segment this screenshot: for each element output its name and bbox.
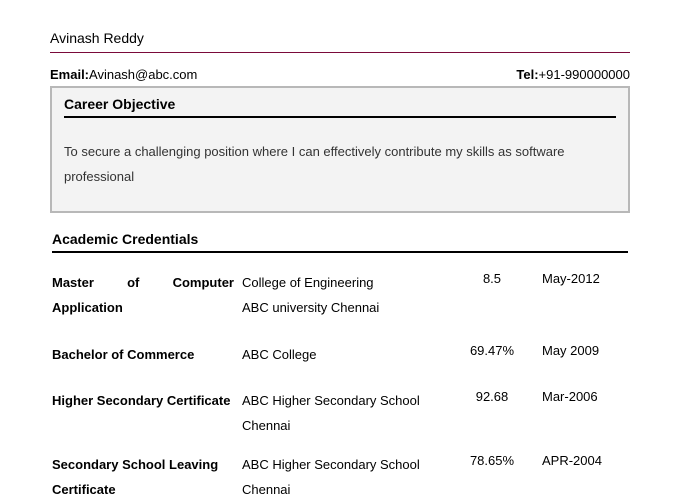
degree-cell: Master of Computer Application	[52, 271, 242, 320]
institution-cell: ABC Higher Secondary School Chennai	[242, 389, 452, 438]
table-row: Master of Computer Application College o…	[52, 271, 628, 320]
tel-label: Tel:	[516, 67, 538, 82]
institution-cell: College of Engineering ABC university Ch…	[242, 271, 452, 320]
institution-cell: ABC College	[242, 343, 452, 368]
date-cell: May-2012	[532, 271, 622, 286]
inst-line: College of Engineering	[242, 271, 452, 296]
inst-line: ABC Higher Secondary School	[242, 389, 452, 414]
degree-cell: Higher Secondary Certificate	[52, 389, 242, 414]
degree-cell: Bachelor of Commerce	[52, 343, 242, 368]
degree-line: Higher Secondary Certificate	[52, 389, 234, 414]
inst-line: ABC Higher Secondary School	[242, 453, 452, 478]
inst-line: ABC College	[242, 343, 452, 368]
career-objective-box: Career Objective To secure a challenging…	[50, 86, 630, 213]
email-value: Avinash@abc.com	[89, 67, 197, 82]
table-row: Bachelor of Commerce ABC College 69.47% …	[52, 343, 628, 368]
inst-line: Chennai	[242, 414, 452, 439]
degree-cell: Secondary School Leaving Certificate	[52, 453, 242, 502]
divider	[50, 52, 630, 53]
inst-line: ABC university Chennai	[242, 296, 452, 321]
degree-line: Master of Computer	[52, 271, 234, 296]
email-block: Email:Avinash@abc.com	[50, 67, 197, 82]
date-cell: May 2009	[532, 343, 622, 358]
credentials-table: Master of Computer Application College o…	[52, 271, 628, 502]
tel-block: Tel:+91-990000000	[516, 67, 630, 82]
academic-header: Academic Credentials	[52, 231, 628, 253]
degree-line: Bachelor of Commerce	[52, 343, 234, 368]
career-objective-header: Career Objective	[64, 96, 616, 118]
degree-line: Secondary School Leaving	[52, 453, 234, 478]
tel-value: +91-990000000	[539, 67, 630, 82]
table-row: Secondary School Leaving Certificate ABC…	[52, 453, 628, 502]
email-label: Email:	[50, 67, 89, 82]
inst-line: Chennai	[242, 478, 452, 502]
candidate-name: Avinash Reddy	[50, 30, 630, 52]
career-objective-text: To secure a challenging position where I…	[64, 140, 616, 189]
score-cell: 78.65%	[452, 453, 532, 468]
institution-cell: ABC Higher Secondary School Chennai	[242, 453, 452, 502]
score-cell: 8.5	[452, 271, 532, 286]
date-cell: APR-2004	[532, 453, 622, 468]
academic-section: Academic Credentials Master of Computer …	[50, 231, 630, 502]
table-row: Higher Secondary Certificate ABC Higher …	[52, 389, 628, 438]
date-cell: Mar-2006	[532, 389, 622, 404]
degree-line: Application	[52, 296, 234, 321]
degree-line: Certificate	[52, 478, 234, 502]
score-cell: 92.68	[452, 389, 532, 404]
score-cell: 69.47%	[452, 343, 532, 358]
contact-row: Email:Avinash@abc.com Tel:+91-990000000	[50, 67, 630, 82]
